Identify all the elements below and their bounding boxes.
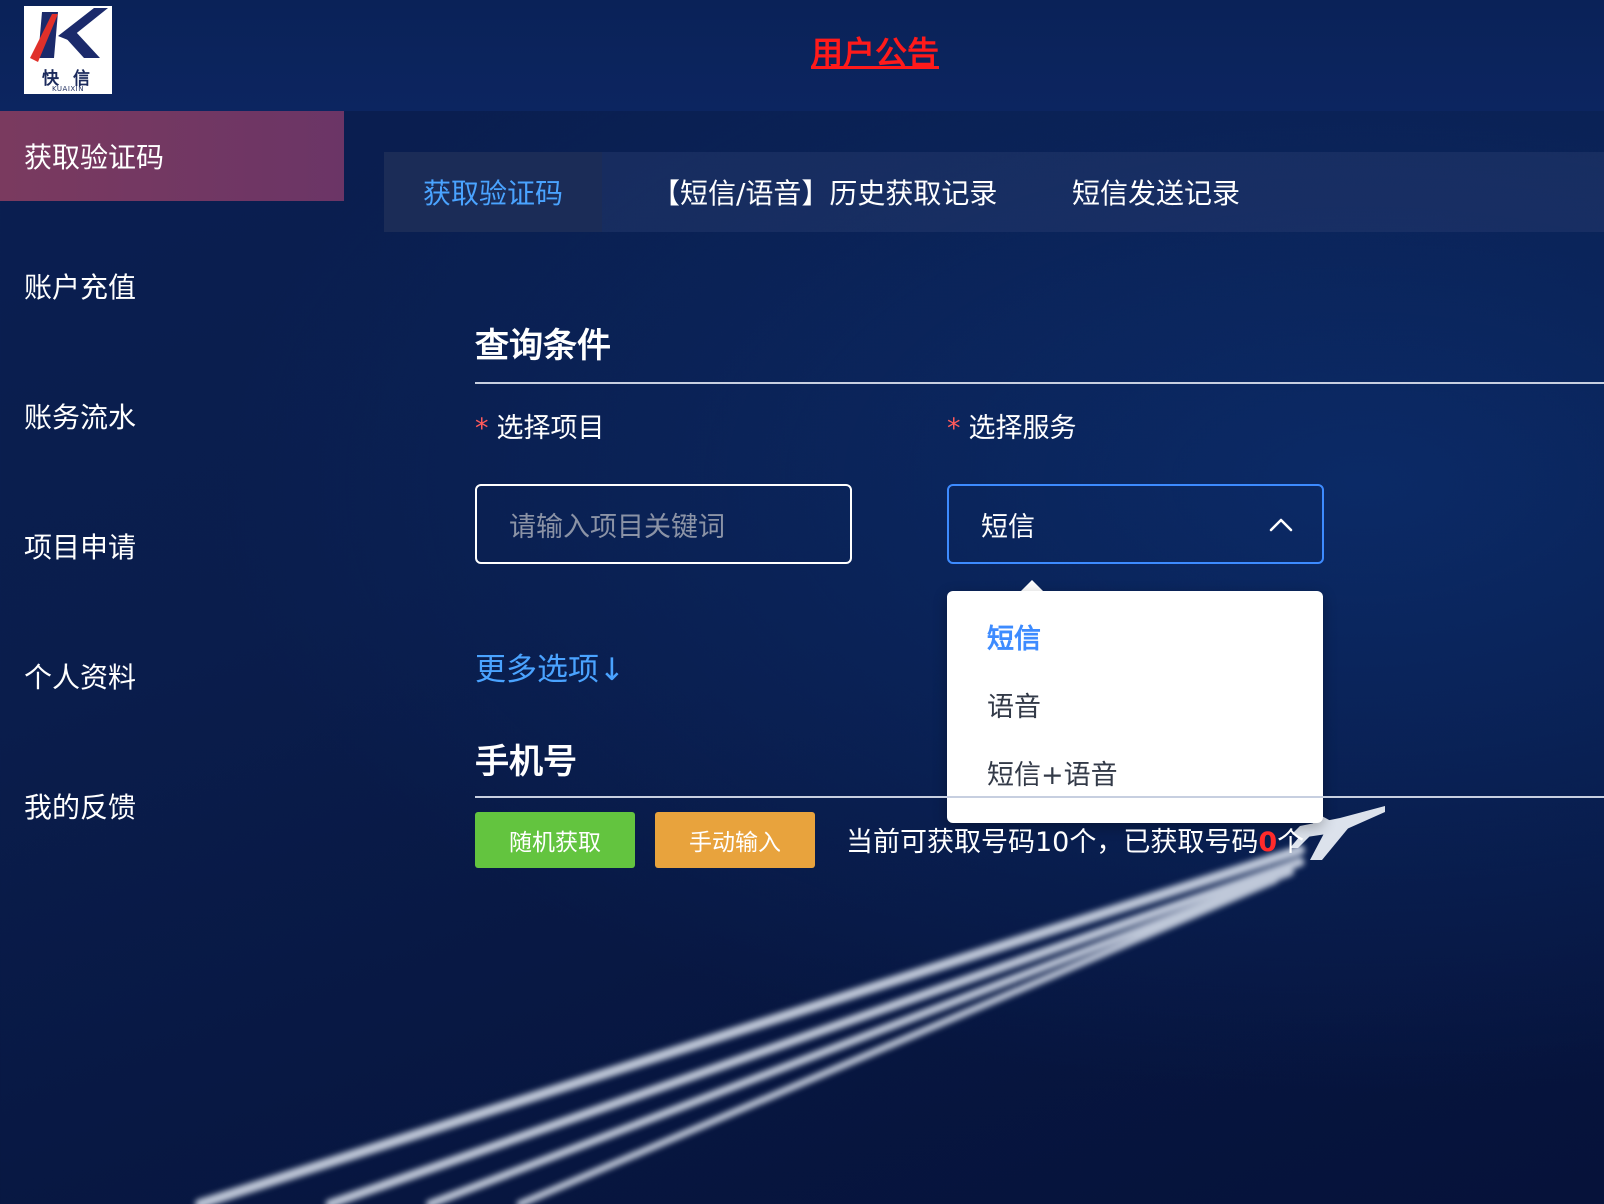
service-dropdown-menu: 短信 语音 短信+语音: [947, 591, 1323, 823]
logo-subtext: KUAIXIN: [52, 85, 84, 93]
user-notice-link[interactable]: 用户公告: [0, 28, 1604, 74]
status-suffix: 个: [1277, 827, 1305, 858]
tab-history[interactable]: 【短信/语音】历史获取记录: [652, 152, 997, 232]
service-select[interactable]: 短信: [947, 484, 1324, 564]
status-prefix: 当前可获取号码10个，已获取号码: [846, 827, 1259, 858]
project-search-input[interactable]: 请输入项目关键词: [475, 484, 852, 564]
obtained-count: 0: [1258, 827, 1278, 858]
divider: [475, 796, 1604, 798]
tab-get-code[interactable]: 获取验证码: [384, 152, 602, 232]
project-label-group: * 选择项目: [475, 406, 605, 445]
manual-input-button[interactable]: 手动输入: [655, 812, 815, 868]
sidebar-item-get-code[interactable]: 获取验证码: [0, 111, 344, 201]
more-options-link[interactable]: 更多选项↓: [475, 644, 625, 689]
random-get-button[interactable]: 随机获取: [475, 812, 635, 868]
sidebar-item-label: 项目申请: [24, 531, 137, 564]
sidebar-item-label: 账务流水: [24, 401, 137, 434]
tab-bar: 获取验证码 【短信/语音】历史获取记录 短信发送记录: [384, 152, 1604, 232]
required-mark: *: [947, 413, 961, 444]
chevron-up-icon: [1269, 518, 1293, 532]
top-header: 快 信 KUAIXIN 用户公告: [0, 0, 1604, 111]
sidebar-item-label: 获取验证码: [24, 141, 165, 174]
sidebar: 获取验证码 账户充值 账务流水 项目申请 个人资料 我的反馈: [0, 111, 344, 1204]
sidebar-item-label: 个人资料: [24, 661, 137, 694]
project-label: 选择项目: [496, 413, 605, 444]
sidebar-item-label: 账户充值: [24, 271, 137, 304]
sidebar-item-label: 我的反馈: [24, 791, 137, 824]
sidebar-item-transactions[interactable]: 账务流水: [0, 371, 344, 461]
sidebar-item-recharge[interactable]: 账户充值: [0, 241, 344, 331]
tab-sms-sent[interactable]: 短信发送记录: [1072, 152, 1240, 232]
number-availability-status: 当前可获取号码10个，已获取号码0个: [846, 820, 1304, 859]
required-mark: *: [475, 413, 489, 444]
query-section-title: 查询条件: [475, 326, 611, 366]
service-select-value: 短信: [981, 511, 1035, 543]
sidebar-item-profile[interactable]: 个人资料: [0, 631, 344, 721]
service-option-voice[interactable]: 语音: [987, 685, 1041, 724]
service-label-group: * 选择服务: [947, 406, 1077, 445]
service-option-sms[interactable]: 短信: [987, 617, 1041, 656]
service-label: 选择服务: [968, 413, 1077, 444]
sidebar-item-project-apply[interactable]: 项目申请: [0, 501, 344, 591]
phone-section-title: 手机号: [475, 742, 577, 782]
sidebar-item-feedback[interactable]: 我的反馈: [0, 761, 344, 851]
service-option-sms-voice[interactable]: 短信+语音: [987, 753, 1118, 792]
divider: [475, 382, 1604, 384]
